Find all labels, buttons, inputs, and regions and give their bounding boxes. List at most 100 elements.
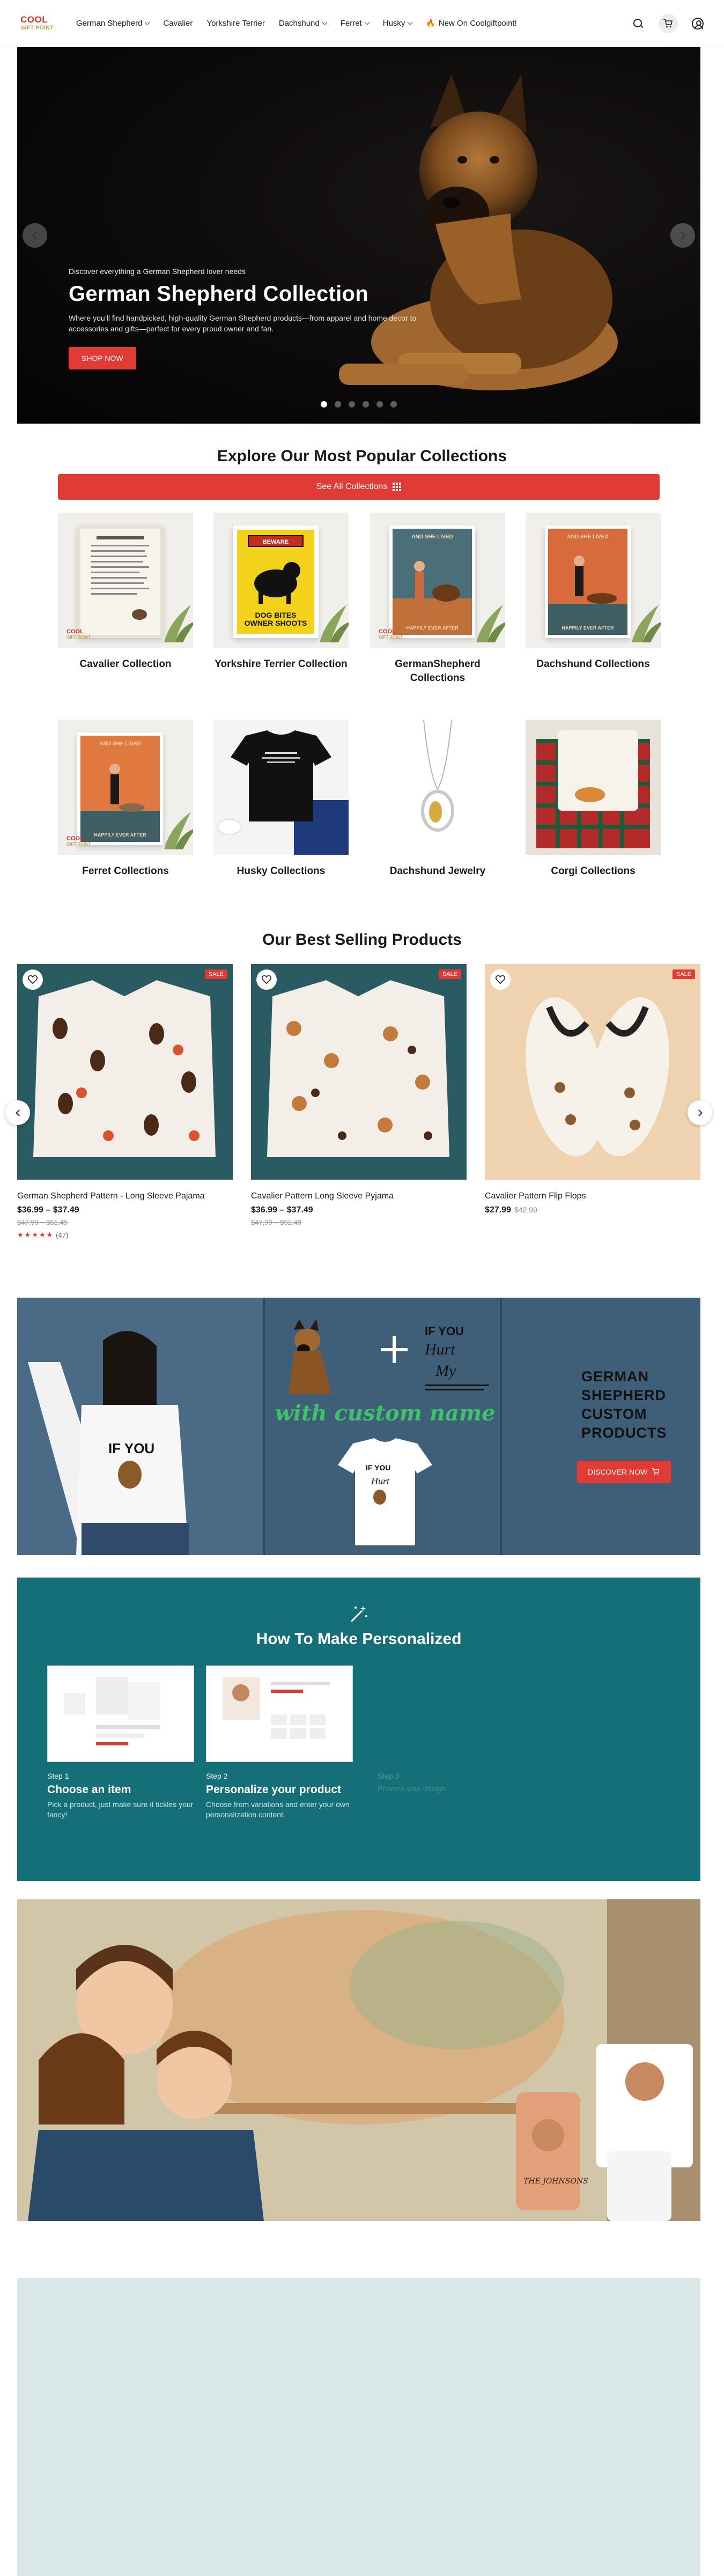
step-title: Choose an item bbox=[47, 1783, 131, 1796]
nav-label: German Shepherd bbox=[76, 19, 143, 28]
plus-icon bbox=[381, 1336, 408, 1363]
step-image bbox=[47, 1665, 194, 1762]
necklace-image bbox=[421, 720, 454, 832]
collection-image: AND SHE LIVED HAPPILY EVER AFTER COOL GIF… bbox=[58, 720, 193, 855]
grid-icon bbox=[393, 483, 402, 491]
collection-card-dachshund-jewelry[interactable]: Dachshund Jewelry bbox=[370, 720, 505, 878]
rating-count: (47) bbox=[56, 1231, 69, 1239]
hero-dot[interactable] bbox=[376, 401, 383, 408]
product-price: $27.99 $42.99 bbox=[485, 1205, 700, 1215]
nav-label: Dachshund bbox=[278, 19, 320, 28]
family-personalized-banner: THE JOHNSONS bbox=[17, 1899, 700, 2221]
logo-line1: COOL bbox=[67, 835, 84, 842]
collection-card-corgi[interactable]: Corgi Collections bbox=[526, 720, 661, 878]
wishlist-button[interactable] bbox=[23, 969, 43, 990]
product-image: SALE bbox=[17, 964, 233, 1180]
svg-text:Hurt: Hurt bbox=[371, 1476, 390, 1486]
shirt-text-graphic: IF YOU Hurt My bbox=[424, 1324, 489, 1390]
price-old: $42.99 bbox=[514, 1205, 537, 1214]
best-sellers-title: Our Best Selling Products bbox=[262, 931, 462, 949]
collection-name: GermanShepherd Collections bbox=[395, 658, 481, 684]
poster-caption: DOG BITES OWNER SHOOTS bbox=[237, 611, 314, 627]
product-name[interactable]: Cavalier Pattern Flip Flops bbox=[485, 1191, 700, 1201]
star-icon: ★ bbox=[17, 1231, 24, 1239]
hero-prev-button[interactable] bbox=[23, 223, 47, 248]
account-icon[interactable] bbox=[692, 17, 704, 29]
chevron-left-icon bbox=[32, 231, 40, 240]
hero-dot[interactable] bbox=[363, 401, 369, 408]
pajama-image bbox=[267, 980, 449, 1157]
nav-german-shepherd[interactable]: German Shepherd bbox=[76, 19, 150, 28]
hero-dot[interactable] bbox=[349, 401, 355, 408]
logo-line2: GIFT POINT bbox=[67, 842, 91, 847]
flip-flops-image bbox=[526, 997, 669, 1157]
collection-name: Ferret Collections bbox=[82, 865, 169, 877]
chevron-down-icon bbox=[322, 19, 328, 25]
chevron-left-icon bbox=[15, 1109, 23, 1116]
collection-card-ferret[interactable]: AND SHE LIVED HAPPILY EVER AFTER COOL GIF… bbox=[58, 720, 193, 878]
nav-cavalier[interactable]: Cavalier bbox=[163, 19, 193, 28]
banner-title-line: PRODUCTS bbox=[581, 1425, 667, 1441]
banner-title-line: GERMAN bbox=[581, 1368, 649, 1385]
discover-now-button[interactable]: DISCOVER NOW bbox=[577, 1461, 671, 1483]
collection-logo: COOL GIFT POINT bbox=[67, 835, 97, 847]
collection-card-german-shepherd[interactable]: AND SHE LIVED HAPPILY EVER AFTER COOL GIF… bbox=[370, 513, 505, 685]
nav-new-on-coolgiftpoint[interactable]: 🔥 New On Coolgiftpoint! bbox=[426, 19, 516, 28]
nav-husky[interactable]: Husky bbox=[383, 19, 413, 28]
nav-ferret[interactable]: Ferret bbox=[341, 19, 370, 28]
poster-frame: AND SHE LIVED HAPPILY EVER AFTER bbox=[545, 525, 631, 638]
family-cartoon-image: THE JOHNSONS bbox=[17, 1899, 700, 2221]
plant-icon bbox=[632, 605, 661, 642]
magic-wand-icon bbox=[350, 1605, 367, 1623]
woman-and-dog-illustration bbox=[393, 561, 472, 635]
collection-card-cavalier[interactable]: COOL GIFT POINT Cavalier Collection bbox=[58, 513, 193, 671]
site-logo[interactable]: COOL GIFT POINT bbox=[20, 11, 57, 36]
product-card[interactable]: SALE German Shepherd Pattern - Long Slee… bbox=[17, 964, 233, 1239]
banner-title-line: SHEPHERD bbox=[581, 1387, 667, 1403]
logo-line1: COOL bbox=[20, 14, 48, 25]
hero-next-button[interactable] bbox=[670, 223, 695, 248]
step-description: Pick a product, just make sure it tickle… bbox=[47, 1800, 194, 1819]
collection-logo: COOL GIFT POINT bbox=[379, 628, 409, 640]
banner-divider bbox=[263, 1298, 265, 1555]
collection-card-husky[interactable]: Husky Collections bbox=[213, 720, 349, 878]
chevron-down-icon bbox=[364, 19, 370, 25]
collection-card-yorkshire[interactable]: BEWARE DOG BITES OWNER SHOOTS Yorkshire T… bbox=[213, 513, 349, 671]
see-all-label: See All Collections bbox=[316, 482, 388, 491]
product-card[interactable]: SALE Cavalier Pattern Long Sleeve Pyjama… bbox=[251, 964, 467, 1226]
custom-products-banner: IF YOU IF YOU Hurt My with custom name I… bbox=[17, 1298, 700, 1555]
svg-text:Hurt: Hurt bbox=[424, 1341, 455, 1358]
product-name[interactable]: German Shepherd Pattern - Long Sleeve Pa… bbox=[17, 1191, 233, 1201]
carousel-prev-button[interactable] bbox=[5, 1100, 30, 1125]
hero-title: German Shepherd Collection bbox=[69, 282, 369, 306]
german-shepherd-image bbox=[289, 1319, 331, 1394]
chevron-right-icon bbox=[695, 1109, 703, 1116]
product-name[interactable]: Cavalier Pattern Long Sleeve Pyjama bbox=[251, 1191, 467, 1201]
search-icon[interactable] bbox=[632, 17, 645, 30]
product-old-price: $47.99 – $51.49 bbox=[17, 1218, 68, 1226]
cart-button[interactable] bbox=[659, 13, 678, 33]
nav-yorkshire-terrier[interactable]: Yorkshire Terrier bbox=[206, 19, 264, 28]
wishlist-button[interactable] bbox=[256, 969, 277, 990]
hero-dot[interactable] bbox=[390, 401, 397, 408]
star-icon: ★ bbox=[24, 1231, 31, 1239]
carousel-next-button[interactable] bbox=[688, 1100, 712, 1125]
how-to-title: How To Make Personalized bbox=[256, 1630, 462, 1648]
step-image bbox=[206, 1665, 353, 1762]
svg-text:IF YOU: IF YOU bbox=[425, 1324, 464, 1338]
hero-dot[interactable] bbox=[335, 401, 341, 408]
nav-label: New On Coolgiftpoint! bbox=[438, 19, 517, 28]
nav-dachshund[interactable]: Dachshund bbox=[278, 19, 328, 28]
shop-now-button[interactable]: SHOP NOW bbox=[69, 347, 136, 369]
nav-label: Yorkshire Terrier bbox=[206, 19, 265, 28]
collection-card-dachshund[interactable]: AND SHE LIVED HAPPILY EVER AFTER Dachshu… bbox=[526, 513, 661, 671]
collection-name: Dachshund Collections bbox=[536, 658, 650, 670]
wishlist-button[interactable] bbox=[490, 969, 511, 990]
sale-badge: SALE bbox=[204, 969, 227, 979]
see-all-collections-button[interactable]: See All Collections bbox=[58, 474, 660, 500]
product-card[interactable]: SALE Cavalier Pattern Flip Flops $27.99 $… bbox=[485, 964, 700, 1215]
step-card: Step 3 Preview your design bbox=[378, 1665, 524, 1794]
svg-text:My: My bbox=[435, 1362, 456, 1380]
hero-dot[interactable] bbox=[321, 401, 327, 408]
poster-frame: AND SHE LIVED HAPPILY EVER AFTER bbox=[77, 732, 163, 845]
